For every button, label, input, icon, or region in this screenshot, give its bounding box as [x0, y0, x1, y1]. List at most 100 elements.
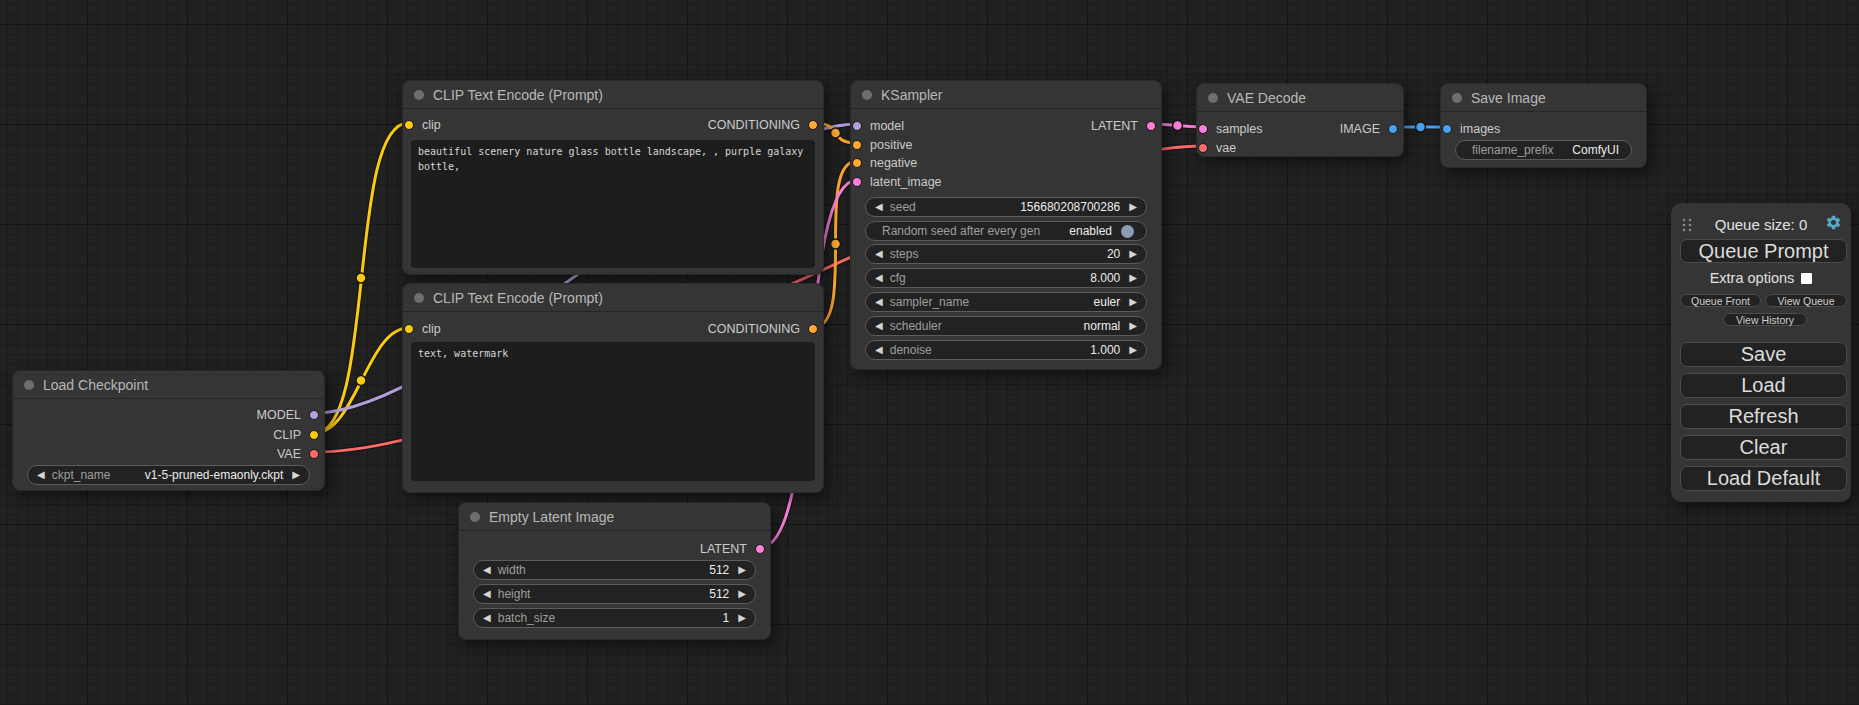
view-queue-button[interactable]: View Queue — [1765, 294, 1847, 307]
widget-cfg[interactable]: ◀ cfg 8.000 ▶ — [865, 268, 1147, 288]
node-header[interactable]: CLIP Text Encode (Prompt) — [403, 284, 823, 312]
output-socket-image[interactable] — [1388, 124, 1398, 134]
widget-scheduler[interactable]: ◀ scheduler normal ▶ — [865, 316, 1147, 336]
input-slot-latent-image[interactable]: latent_image — [851, 172, 942, 191]
input-socket-clip[interactable] — [404, 324, 414, 334]
widget-random-seed-toggle[interactable]: Random seed after every gen enabled — [865, 221, 1147, 241]
gear-icon[interactable] — [1825, 214, 1842, 231]
input-socket-clip[interactable] — [404, 120, 414, 130]
node-header[interactable]: Save Image — [1441, 84, 1646, 112]
output-socket-clip[interactable] — [309, 430, 319, 440]
output-socket-conditioning[interactable] — [808, 120, 818, 130]
increment-arrow-icon[interactable]: ▶ — [1129, 297, 1137, 307]
input-slot-negative[interactable]: negative — [851, 153, 917, 172]
node-collapse-dot-icon[interactable] — [1452, 93, 1462, 103]
node-header[interactable]: KSampler — [851, 81, 1161, 109]
node-collapse-dot-icon[interactable] — [414, 90, 424, 100]
decrement-arrow-icon[interactable]: ◀ — [875, 297, 883, 307]
increment-arrow-icon[interactable]: ▶ — [1129, 249, 1137, 259]
input-slot-positive[interactable]: positive — [851, 135, 912, 154]
node-graph-canvas[interactable]: Load Checkpoint MODEL CLIP VAE ◀ ckpt_na… — [0, 0, 1859, 705]
increment-arrow-icon[interactable]: ▶ — [738, 613, 746, 623]
node-clip-text-encode-positive[interactable]: CLIP Text Encode (Prompt) clip CONDITION… — [402, 80, 824, 275]
widget-seed[interactable]: ◀ seed 156680208700286 ▶ — [865, 197, 1147, 217]
output-socket-vae[interactable] — [309, 449, 319, 459]
input-socket-samples[interactable] — [1198, 124, 1208, 134]
output-socket-latent[interactable] — [1146, 121, 1156, 131]
widget-height[interactable]: ◀ height 512 ▶ — [473, 584, 756, 604]
widget-batch-size[interactable]: ◀ batch_size 1 ▶ — [473, 608, 756, 628]
increment-arrow-icon[interactable]: ▶ — [738, 589, 746, 599]
increment-arrow-icon[interactable]: ▶ — [292, 470, 300, 480]
output-slot-image[interactable]: IMAGE — [1340, 119, 1403, 138]
output-slot-clip[interactable]: CLIP — [273, 425, 324, 444]
extra-options-checkbox[interactable] — [1801, 273, 1812, 284]
prompt-textarea[interactable]: text, watermark — [411, 342, 815, 481]
input-slot-clip[interactable]: clip — [403, 115, 441, 134]
increment-arrow-icon[interactable]: ▶ — [1129, 202, 1137, 212]
decrement-arrow-icon[interactable]: ◀ — [37, 470, 45, 480]
input-slot-vae[interactable]: vae — [1197, 138, 1236, 157]
output-slot-latent[interactable]: LATENT — [1091, 116, 1161, 135]
input-slot-model[interactable]: model — [851, 116, 904, 135]
output-slot-conditioning[interactable]: CONDITIONING — [708, 115, 823, 134]
widget-steps[interactable]: ◀ steps 20 ▶ — [865, 244, 1147, 264]
decrement-arrow-icon[interactable]: ◀ — [875, 321, 883, 331]
output-slot-model[interactable]: MODEL — [257, 405, 324, 424]
input-socket-model[interactable] — [852, 121, 862, 131]
decrement-arrow-icon[interactable]: ◀ — [483, 589, 491, 599]
output-socket-conditioning[interactable] — [808, 324, 818, 334]
increment-arrow-icon[interactable]: ▶ — [1129, 321, 1137, 331]
load-default-button[interactable]: Load Default — [1680, 466, 1847, 491]
input-slot-images[interactable]: images — [1441, 119, 1500, 138]
queue-prompt-button[interactable]: Queue Prompt — [1680, 239, 1847, 263]
output-slot-vae[interactable]: VAE — [277, 444, 324, 463]
output-slot-conditioning[interactable]: CONDITIONING — [708, 319, 823, 338]
prompt-textarea[interactable]: beautiful scenery nature glass bottle la… — [411, 140, 815, 268]
toggle-indicator[interactable] — [1121, 225, 1134, 238]
decrement-arrow-icon[interactable]: ◀ — [483, 613, 491, 623]
save-button[interactable]: Save — [1680, 342, 1847, 367]
increment-arrow-icon[interactable]: ▶ — [1129, 345, 1137, 355]
output-socket-model[interactable] — [309, 410, 319, 420]
node-empty-latent-image[interactable]: Empty Latent Image LATENT ◀ width 512 ▶ … — [458, 502, 771, 640]
decrement-arrow-icon[interactable]: ◀ — [875, 249, 883, 259]
node-collapse-dot-icon[interactable] — [24, 380, 34, 390]
node-save-image[interactable]: Save Image images filename_prefix ComfyU… — [1440, 83, 1647, 168]
view-history-button[interactable]: View History — [1723, 313, 1807, 326]
increment-arrow-icon[interactable]: ▶ — [1129, 273, 1137, 283]
decrement-arrow-icon[interactable]: ◀ — [483, 565, 491, 575]
node-collapse-dot-icon[interactable] — [1208, 93, 1218, 103]
increment-arrow-icon[interactable]: ▶ — [738, 565, 746, 575]
widget-width[interactable]: ◀ width 512 ▶ — [473, 560, 756, 580]
node-ksampler[interactable]: KSampler model positive negative latent_… — [850, 80, 1162, 370]
node-load-checkpoint[interactable]: Load Checkpoint MODEL CLIP VAE ◀ ckpt_na… — [12, 370, 325, 491]
widget-sampler-name[interactable]: ◀ sampler_name euler ▶ — [865, 292, 1147, 312]
decrement-arrow-icon[interactable]: ◀ — [875, 345, 883, 355]
node-collapse-dot-icon[interactable] — [470, 512, 480, 522]
input-socket-images[interactable] — [1442, 124, 1452, 134]
clear-button[interactable]: Clear — [1680, 435, 1847, 460]
widget-ckpt-name[interactable]: ◀ ckpt_name v1-5-pruned-emaonly.ckpt ▶ — [27, 465, 310, 485]
widget-filename-prefix[interactable]: filename_prefix ComfyUI — [1455, 140, 1632, 160]
refresh-button[interactable]: Refresh — [1680, 404, 1847, 429]
node-clip-text-encode-negative[interactable]: CLIP Text Encode (Prompt) clip CONDITION… — [402, 283, 824, 493]
node-header[interactable]: CLIP Text Encode (Prompt) — [403, 81, 823, 109]
node-header[interactable]: Empty Latent Image — [459, 503, 770, 531]
output-socket-latent[interactable] — [755, 544, 765, 554]
decrement-arrow-icon[interactable]: ◀ — [875, 273, 883, 283]
input-socket-negative[interactable] — [852, 158, 862, 168]
node-vae-decode[interactable]: VAE Decode samples vae IMAGE — [1196, 83, 1404, 157]
node-collapse-dot-icon[interactable] — [414, 293, 424, 303]
input-socket-vae[interactable] — [1198, 143, 1208, 153]
node-header[interactable]: Load Checkpoint — [13, 371, 324, 399]
node-collapse-dot-icon[interactable] — [862, 90, 872, 100]
widget-denoise[interactable]: ◀ denoise 1.000 ▶ — [865, 340, 1147, 360]
input-socket-latent-image[interactable] — [852, 177, 862, 187]
input-socket-positive[interactable] — [852, 140, 862, 150]
queue-front-button[interactable]: Queue Front — [1680, 294, 1761, 307]
load-button[interactable]: Load — [1680, 373, 1847, 398]
output-slot-latent[interactable]: LATENT — [700, 539, 770, 558]
input-slot-samples[interactable]: samples — [1197, 119, 1263, 138]
input-slot-clip[interactable]: clip — [403, 319, 441, 338]
